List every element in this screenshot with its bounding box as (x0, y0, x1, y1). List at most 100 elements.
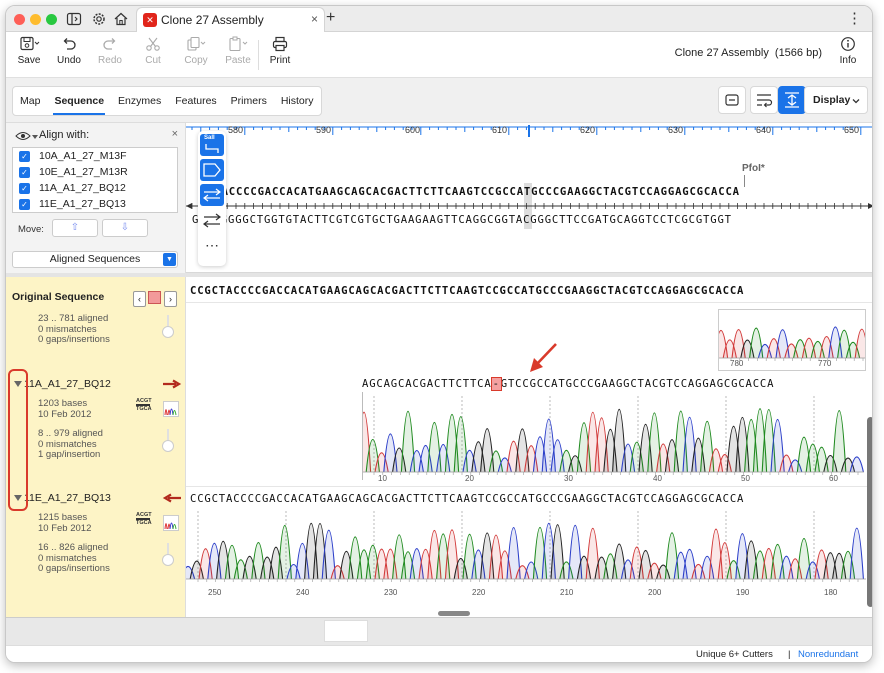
collapse-icon (725, 94, 739, 106)
document-title: Clone 27 Assembly (1566 bp) (675, 47, 822, 59)
trace-height-slider[interactable] (162, 554, 174, 566)
original-sequence[interactable]: CCGCTACCCCGACCACATGAAGCAGCACGACTTCTTCAAG… (190, 285, 744, 297)
cursor-marker (528, 125, 530, 137)
printer-icon (272, 36, 288, 52)
bottom-strand[interactable]: GGATGGGGCTGGTGTACTTCGTCGTGCTGAAGAAGTTCAG… (192, 214, 732, 226)
tab-primers[interactable]: Primers (224, 87, 274, 115)
view-bar: Map Sequence Enzymes Features Primers Hi… (6, 78, 872, 123)
disclosure-triangle-icon[interactable] (31, 133, 39, 141)
print-button[interactable]: Print (260, 36, 300, 66)
enzyme-site-label[interactable]: PfoI* (742, 163, 765, 174)
move-up-button[interactable]: ⇧ (52, 219, 98, 237)
tab-features[interactable]: Features (168, 87, 223, 115)
sequence-name: 11A_A1_27_BQ12 (39, 182, 126, 194)
next-button[interactable]: › (164, 291, 177, 307)
tab-close-icon[interactable]: × (311, 12, 318, 26)
collapse-view-button[interactable] (718, 86, 746, 114)
fit-width-button[interactable] (778, 86, 806, 114)
primer-button[interactable] (200, 184, 224, 206)
acgt-text: ACGT (136, 512, 152, 518)
checkbox-checked[interactable]: ✓ (19, 199, 30, 210)
dropdown-value: Aligned Sequences (49, 253, 141, 265)
minimize-window-button[interactable] (30, 14, 41, 25)
tgca-text: TGCA (136, 520, 152, 526)
list-item[interactable]: ✓ 10E_A1_27_M13R (13, 164, 177, 180)
copy-button[interactable]: Copy (176, 36, 216, 66)
aligned-sequences-dropdown[interactable]: Aligned Sequences ▼ (12, 251, 178, 268)
sequence-name: 10A_A1_27_M13F (39, 150, 127, 162)
close-align-panel-icon[interactable]: × (172, 128, 178, 140)
cutters-status[interactable]: Unique 6+ Cutters (696, 649, 773, 660)
zoom-window-button[interactable] (46, 14, 57, 25)
nonredundant-link[interactable]: Nonredundant (798, 649, 858, 660)
feature-button[interactable] (200, 159, 224, 181)
undo-button[interactable]: Undo (49, 36, 89, 66)
trace-height-slider[interactable] (162, 440, 174, 452)
undo-icon (63, 38, 76, 50)
list-item[interactable]: ✓ 10A_A1_27_M13F (13, 148, 177, 164)
gap-marker[interactable]: - (490, 377, 502, 391)
tab-map[interactable]: Map (13, 87, 47, 115)
paste-button[interactable]: Paste (218, 36, 258, 66)
alignment-pane[interactable]: CCGCTACCCCGACCACATGAAGCAGCACGACTTCTTCAAG… (186, 277, 872, 617)
display-menu-button[interactable]: Display (804, 86, 868, 114)
tab-sequence[interactable]: Sequence (47, 87, 111, 115)
horizontal-scroll-thumb[interactable] (438, 611, 470, 616)
document-tab[interactable]: ✕ Clone 27 Assembly × (136, 7, 325, 32)
overview-viewport[interactable] (324, 620, 368, 642)
color-swatch[interactable] (148, 291, 161, 304)
swap-arrows-icon (203, 213, 221, 228)
document-length: (1566 bp) (774, 47, 822, 59)
orf-button[interactable] (200, 209, 224, 231)
list-item[interactable]: ✓ 11A_A1_27_BQ12 (13, 180, 177, 196)
ruler-label: 630 (668, 125, 684, 135)
checkbox-checked[interactable]: ✓ (19, 183, 30, 194)
close-window-button[interactable] (14, 14, 25, 25)
scissors-icon (146, 37, 160, 51)
gear-icon[interactable] (91, 11, 107, 27)
trace-tick-label: 240 (296, 588, 310, 597)
home-icon[interactable] (113, 11, 129, 27)
save-button[interactable]: Save (9, 36, 49, 66)
read1-gaps: 1 gap/insertion (38, 449, 101, 460)
fit-width-icon (785, 92, 799, 108)
checkbox-checked[interactable]: ✓ (19, 167, 30, 178)
info-button[interactable]: Info (828, 36, 868, 66)
original-sequence-title: Original Sequence (12, 291, 105, 303)
tab-enzymes[interactable]: Enzymes (111, 87, 168, 115)
list-item[interactable]: ✓ 11E_A1_27_BQ13 (13, 196, 177, 212)
redo-label: Redo (98, 55, 122, 66)
wrap-sequence-button[interactable] (750, 86, 778, 114)
cut-button[interactable]: Cut (133, 36, 173, 66)
tab-history[interactable]: History (274, 87, 321, 115)
read2-sequence[interactable]: CCGCTACCCCGACCACATGAAGCAGCACGACTTCTTCAAG… (190, 493, 744, 505)
info-label: Info (839, 55, 857, 66)
trace-height-slider[interactable] (162, 326, 174, 338)
move-down-button[interactable]: ⇩ (102, 219, 148, 237)
sidebar-toggle-icon[interactable] (66, 11, 82, 27)
ruler-label: 640 (756, 125, 772, 135)
new-tab-button[interactable]: + (326, 9, 335, 27)
chromatogram-icon[interactable] (163, 401, 179, 417)
eye-icon[interactable] (15, 131, 31, 141)
overview-bar[interactable] (6, 617, 872, 645)
sequence-map-area[interactable]: 580 590 600 610 620 630 640 650 PfoI* CC… (186, 123, 872, 273)
more-menu-icon[interactable]: ⋮ (847, 9, 862, 27)
tgca-text: TGCA (136, 406, 152, 412)
chromatogram-icon[interactable] (163, 515, 179, 531)
read1-stats: 8 .. 979 aligned 0 mismatches 1 gap/inse… (38, 428, 103, 461)
move-label: Move: (18, 224, 44, 235)
read2-info: 1215 bases 10 Feb 2012 (38, 512, 91, 534)
vertical-scrollbar[interactable] (867, 417, 872, 607)
top-strand[interactable]: CCTACCCCGACCACATGAAGCAGCACGACTTCTTCAAGTC… (200, 186, 740, 198)
previous-button[interactable]: ‹ (133, 291, 146, 307)
checkbox-checked[interactable]: ✓ (19, 151, 30, 162)
info-icon (841, 37, 855, 51)
sall-enzyme-button[interactable]: SalI (200, 134, 224, 156)
wrap-icon (757, 94, 773, 108)
print-label: Print (269, 55, 291, 66)
redo-button[interactable]: Redo (90, 36, 130, 66)
more-tools-button[interactable]: ⋯ (200, 234, 224, 256)
read1-sequence[interactable]: AGCAGCACGACTTCTTCA-GTCCGCCATGCCCGAAGGCTA… (362, 377, 774, 391)
tab-title: Clone 27 Assembly (161, 13, 264, 27)
